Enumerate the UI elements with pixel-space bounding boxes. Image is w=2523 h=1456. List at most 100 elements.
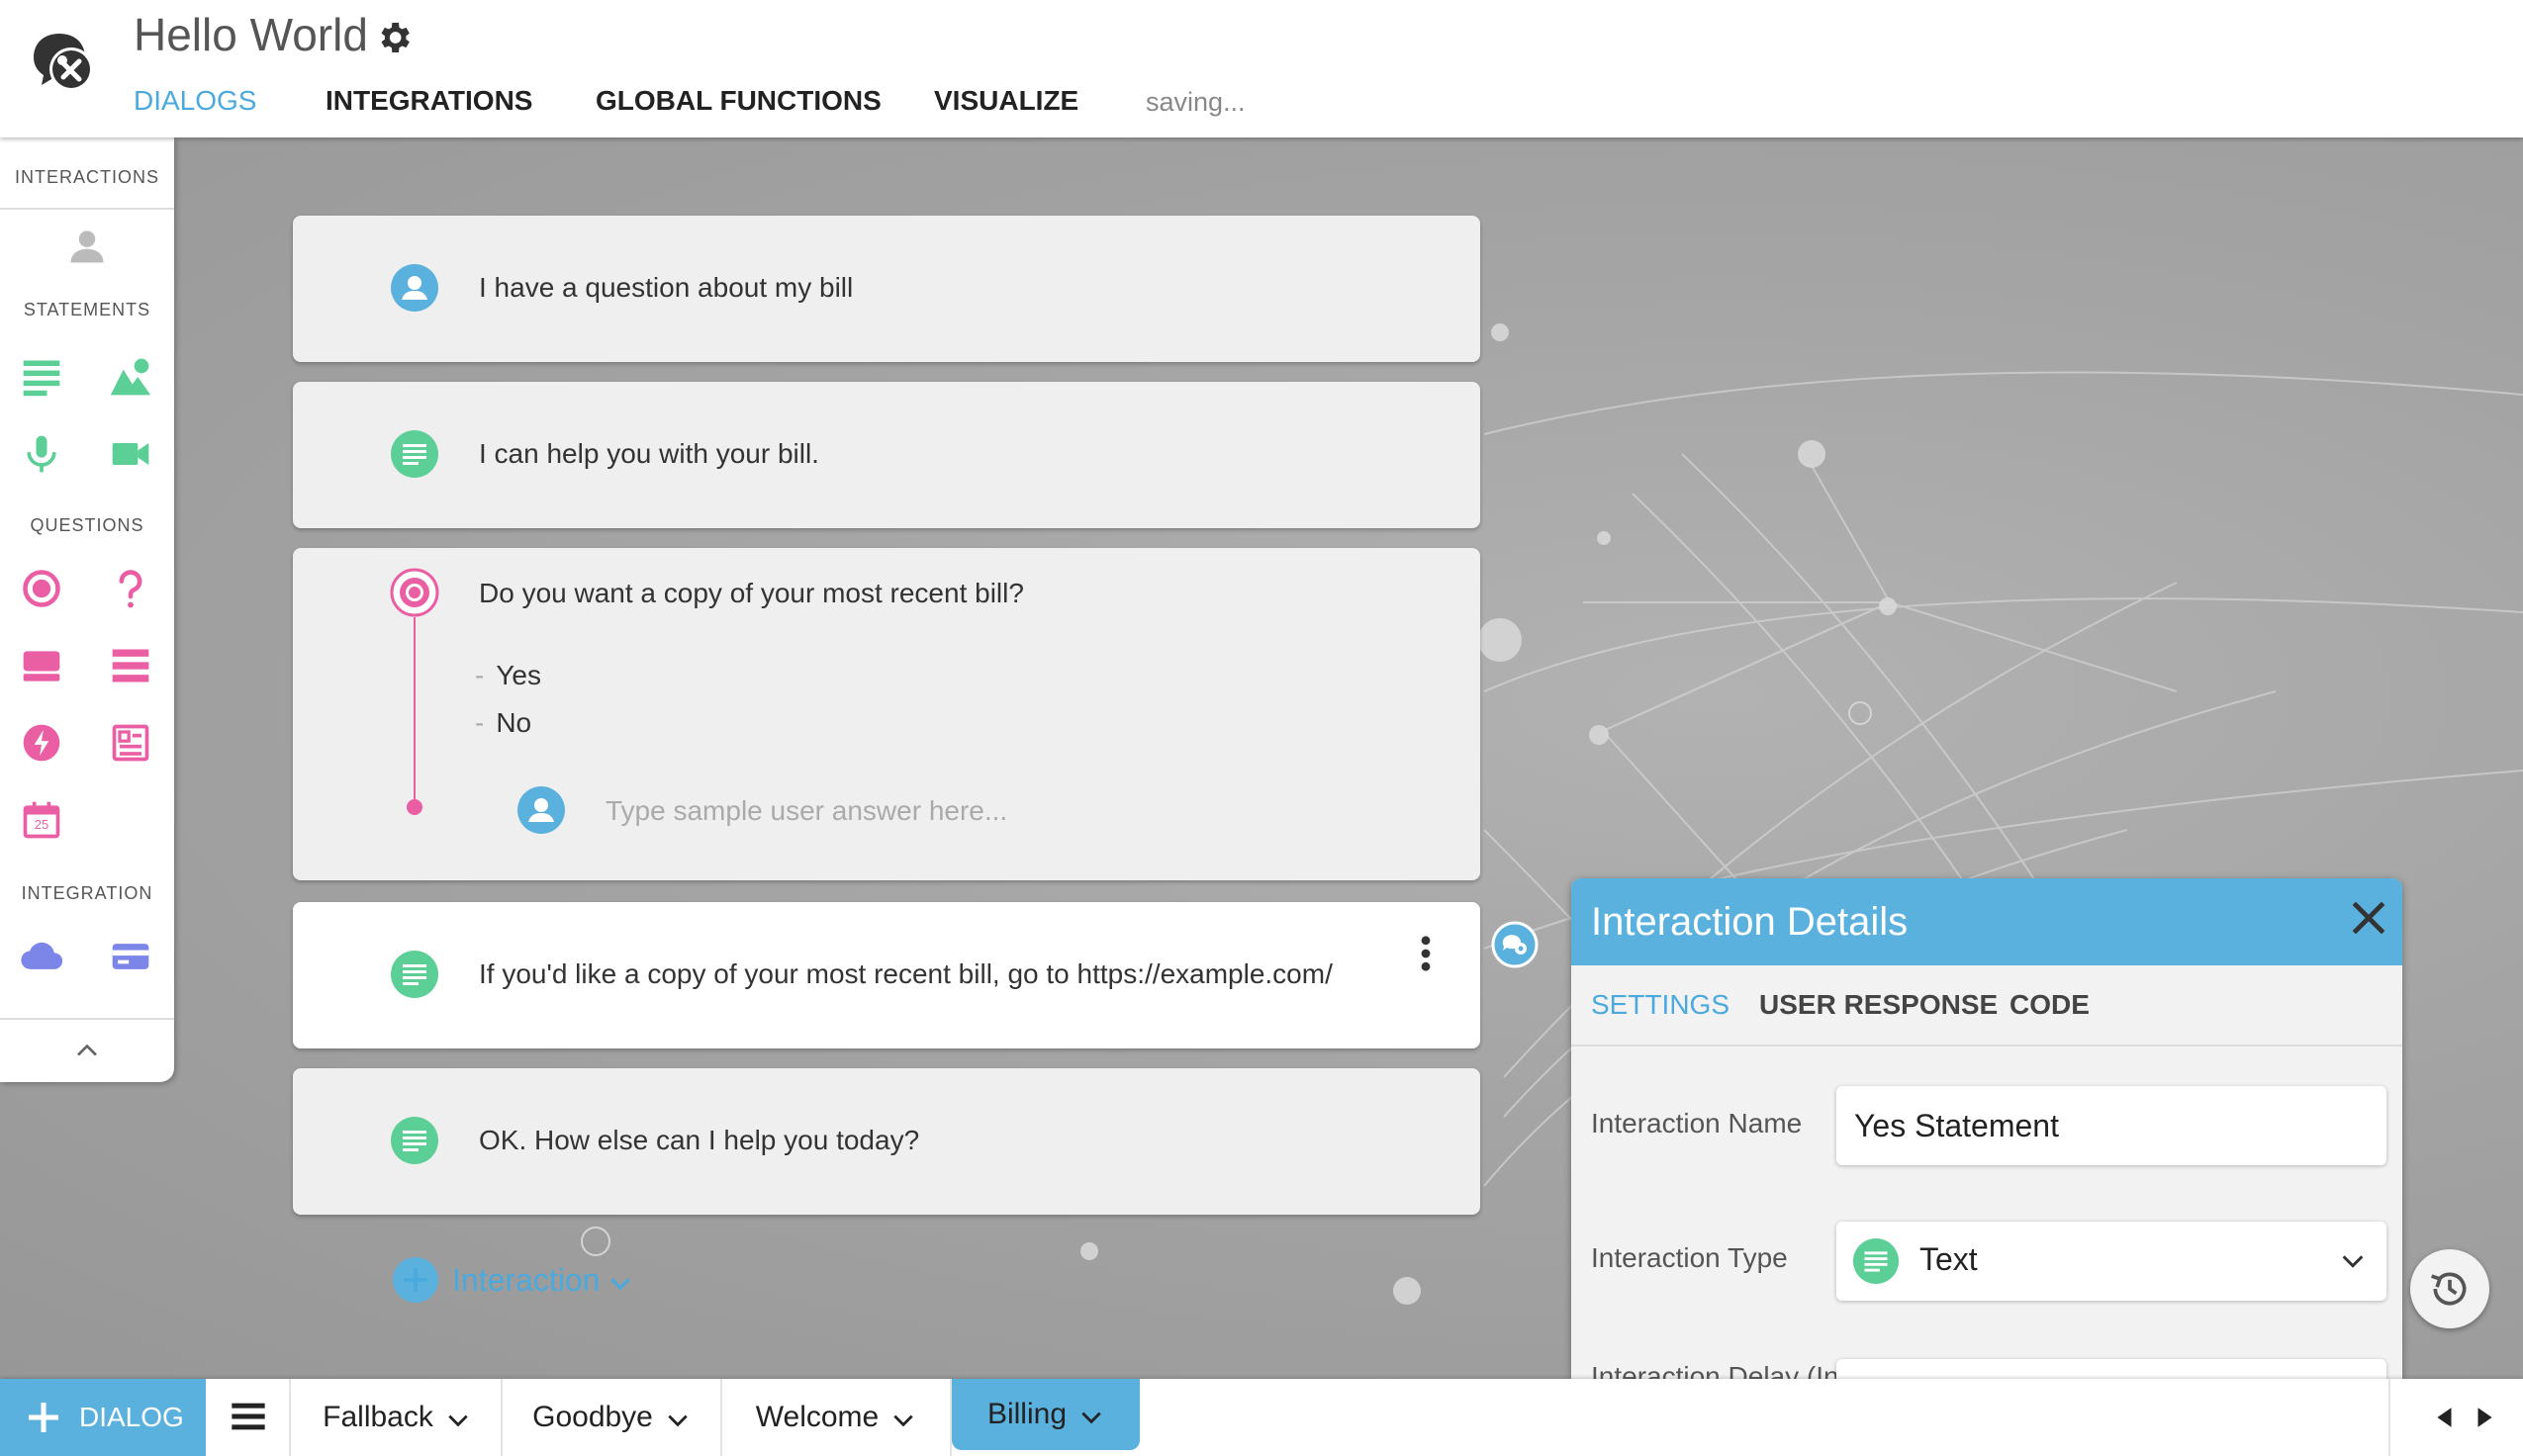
interaction-name-label: Interaction Name <box>1591 1108 1803 1138</box>
interaction-text: I have a question about my bill <box>479 272 854 303</box>
panel-title: Interaction Details <box>1591 900 1909 944</box>
section-label-interactions: INTERACTIONS <box>14 167 159 187</box>
text-statement-icon[interactable] <box>20 355 63 399</box>
audio-statement-icon[interactable] <box>20 432 63 476</box>
history-icon <box>2431 1272 2467 1306</box>
answer-option-label: No <box>496 707 532 738</box>
tab-user-response[interactable]: USER RESPONSE <box>1759 989 1998 1021</box>
text-statement-icon <box>391 1117 438 1164</box>
interaction-card-text[interactable]: OK. How else can I help you today? <box>293 1068 1480 1215</box>
tab-scroll-controls <box>2388 1379 2523 1456</box>
interaction-text: OK. How else can I help you today? <box>479 1125 920 1155</box>
question-text: Do you want a copy of your most recent b… <box>479 578 1024 608</box>
dialog-tab-label: Billing <box>986 1398 1068 1430</box>
dialog-tab-bar: DIALOG Fallback Goodbye Welcome Billing <box>0 1379 2523 1456</box>
scroll-right-icon[interactable] <box>2472 1405 2497 1430</box>
collapse-chevron-up-icon[interactable] <box>65 1033 109 1068</box>
interaction-type-label: Interaction Type <box>1591 1242 1788 1273</box>
interaction-details-panel: Interaction Details SETTINGS USER RESPON… <box>1571 878 2402 1379</box>
date-icon[interactable]: 25 <box>20 798 63 842</box>
interaction-card-text[interactable]: I can help you with your bill. <box>293 382 1480 528</box>
dialog-tab-goodbye[interactable]: Goodbye <box>503 1379 722 1456</box>
answer-option-label: Yes <box>496 660 542 690</box>
interaction-card-question[interactable]: Do you want a copy of your most recent b… <box>293 548 1480 880</box>
app-logo-icon <box>34 34 93 91</box>
text-statement-icon <box>391 951 438 998</box>
interaction-card-user[interactable]: I have a question about my bill <box>293 216 1480 362</box>
app-title: Hello World <box>134 9 368 60</box>
question-icon[interactable] <box>109 567 152 610</box>
divider <box>0 208 174 210</box>
dialog-tab-label: Goodbye <box>532 1401 653 1433</box>
question-connector-dot <box>407 799 422 815</box>
scroll-left-icon[interactable] <box>2432 1405 2458 1430</box>
section-label-questions: QUESTIONS <box>30 515 144 535</box>
user-icon[interactable] <box>65 225 109 268</box>
dialog-tab-label: Fallback <box>323 1401 433 1433</box>
payment-icon[interactable] <box>109 935 152 978</box>
sample-answer-input[interactable]: Type sample user answer here... <box>606 795 1007 827</box>
interaction-name-input[interactable] <box>1854 1104 2369 1147</box>
chevron-down-icon <box>1081 1411 1101 1424</box>
tab-code[interactable]: CODE <box>2009 989 2090 1021</box>
divider <box>0 1018 174 1020</box>
interaction-card-text-selected[interactable]: If you'd like a copy of your most recent… <box>293 902 1480 1048</box>
interaction-type-value: Text <box>1919 1241 1978 1277</box>
tab-integrations[interactable]: INTEGRATIONS <box>326 85 532 117</box>
text-statement-icon <box>1852 1237 1900 1285</box>
save-status: saving... <box>1146 87 1246 117</box>
calendar-day: 25 <box>34 817 49 832</box>
dialog-tab-billing[interactable]: Billing <box>952 1379 1140 1450</box>
answer-option[interactable]: - Yes <box>475 660 541 691</box>
question-connector-line <box>414 617 416 799</box>
close-icon[interactable] <box>2347 896 2390 940</box>
interaction-palette: INTERACTIONS STATEMENTS QUESTIONS 25 INT… <box>0 137 174 1082</box>
dialog-menu-button[interactable] <box>206 1379 291 1456</box>
card-icon[interactable] <box>20 644 63 687</box>
interaction-delay-field[interactable] <box>1836 1359 2386 1379</box>
dialog-tab-fallback[interactable]: Fallback <box>293 1379 503 1456</box>
add-dialog-label: DIALOG <box>79 1402 184 1432</box>
dialog-tab-label: Welcome <box>755 1401 880 1433</box>
more-options-icon[interactable] <box>1411 932 1441 975</box>
answer-option[interactable]: - No <box>475 707 531 739</box>
chevron-down-icon <box>2342 1255 2364 1268</box>
app-header: Hello World DIALOGS INTEGRATIONS GLOBAL … <box>0 0 2523 137</box>
plus-icon <box>29 1403 58 1432</box>
single-choice-icon <box>390 568 439 617</box>
tab-dialogs[interactable]: DIALOGS <box>134 85 256 117</box>
add-interaction-label: Interaction <box>452 1261 601 1298</box>
tab-global-functions[interactable]: GLOBAL FUNCTIONS <box>596 85 882 117</box>
divider <box>1571 1045 2402 1046</box>
video-statement-icon[interactable] <box>109 432 152 476</box>
tab-visualize[interactable]: VISUALIZE <box>934 85 1078 117</box>
chat-response-icon[interactable] <box>1490 920 1540 969</box>
chevron-down-icon <box>668 1414 688 1427</box>
image-statement-icon[interactable] <box>109 355 152 399</box>
cloud-icon[interactable] <box>20 935 63 978</box>
interaction-text: I can help you with your bill. <box>479 438 819 469</box>
dialog-tab-welcome[interactable]: Welcome <box>722 1379 952 1456</box>
user-avatar-icon <box>391 264 438 312</box>
form-icon[interactable] <box>109 721 152 765</box>
action-icon[interactable] <box>20 721 63 765</box>
settings-gear-icon[interactable] <box>374 18 414 57</box>
single-choice-icon[interactable] <box>20 567 63 610</box>
panel-header: Interaction Details <box>1571 878 2402 965</box>
section-label-statements: STATEMENTS <box>23 300 151 319</box>
plus-circle-icon <box>393 1257 438 1303</box>
add-dialog-button[interactable]: DIALOG <box>0 1379 206 1456</box>
chevron-down-icon <box>893 1414 913 1427</box>
hamburger-menu-icon <box>232 1403 265 1430</box>
section-label-integration: INTEGRATION <box>21 883 153 903</box>
interaction-delay-label: Interaction Delay (In <box>1591 1361 1839 1379</box>
interaction-type-select[interactable]: Text <box>1836 1222 2386 1301</box>
list-icon[interactable] <box>109 644 152 687</box>
history-button[interactable] <box>2410 1249 2489 1328</box>
interaction-text: If you'd like a copy of your most recent… <box>479 958 1333 989</box>
interaction-name-field <box>1836 1086 2386 1165</box>
chevron-down-icon <box>610 1278 631 1291</box>
chevron-down-icon <box>448 1414 468 1427</box>
add-interaction-button[interactable]: Interaction <box>391 1252 635 1308</box>
tab-settings[interactable]: SETTINGS <box>1591 989 1729 1021</box>
